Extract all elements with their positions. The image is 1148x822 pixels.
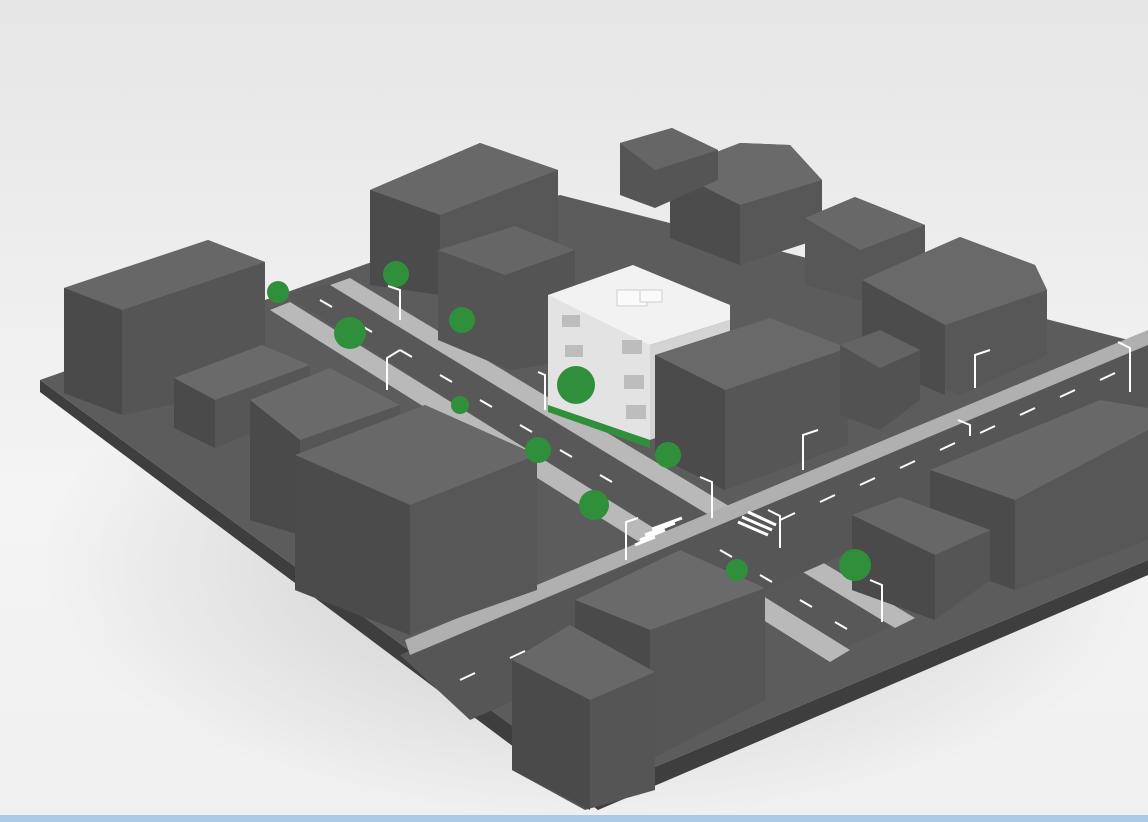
status-bar (0, 815, 1148, 822)
rooftop-unit (639, 289, 663, 303)
city-block-scene[interactable] (0, 0, 1148, 822)
3d-viewport[interactable] (0, 0, 1148, 822)
